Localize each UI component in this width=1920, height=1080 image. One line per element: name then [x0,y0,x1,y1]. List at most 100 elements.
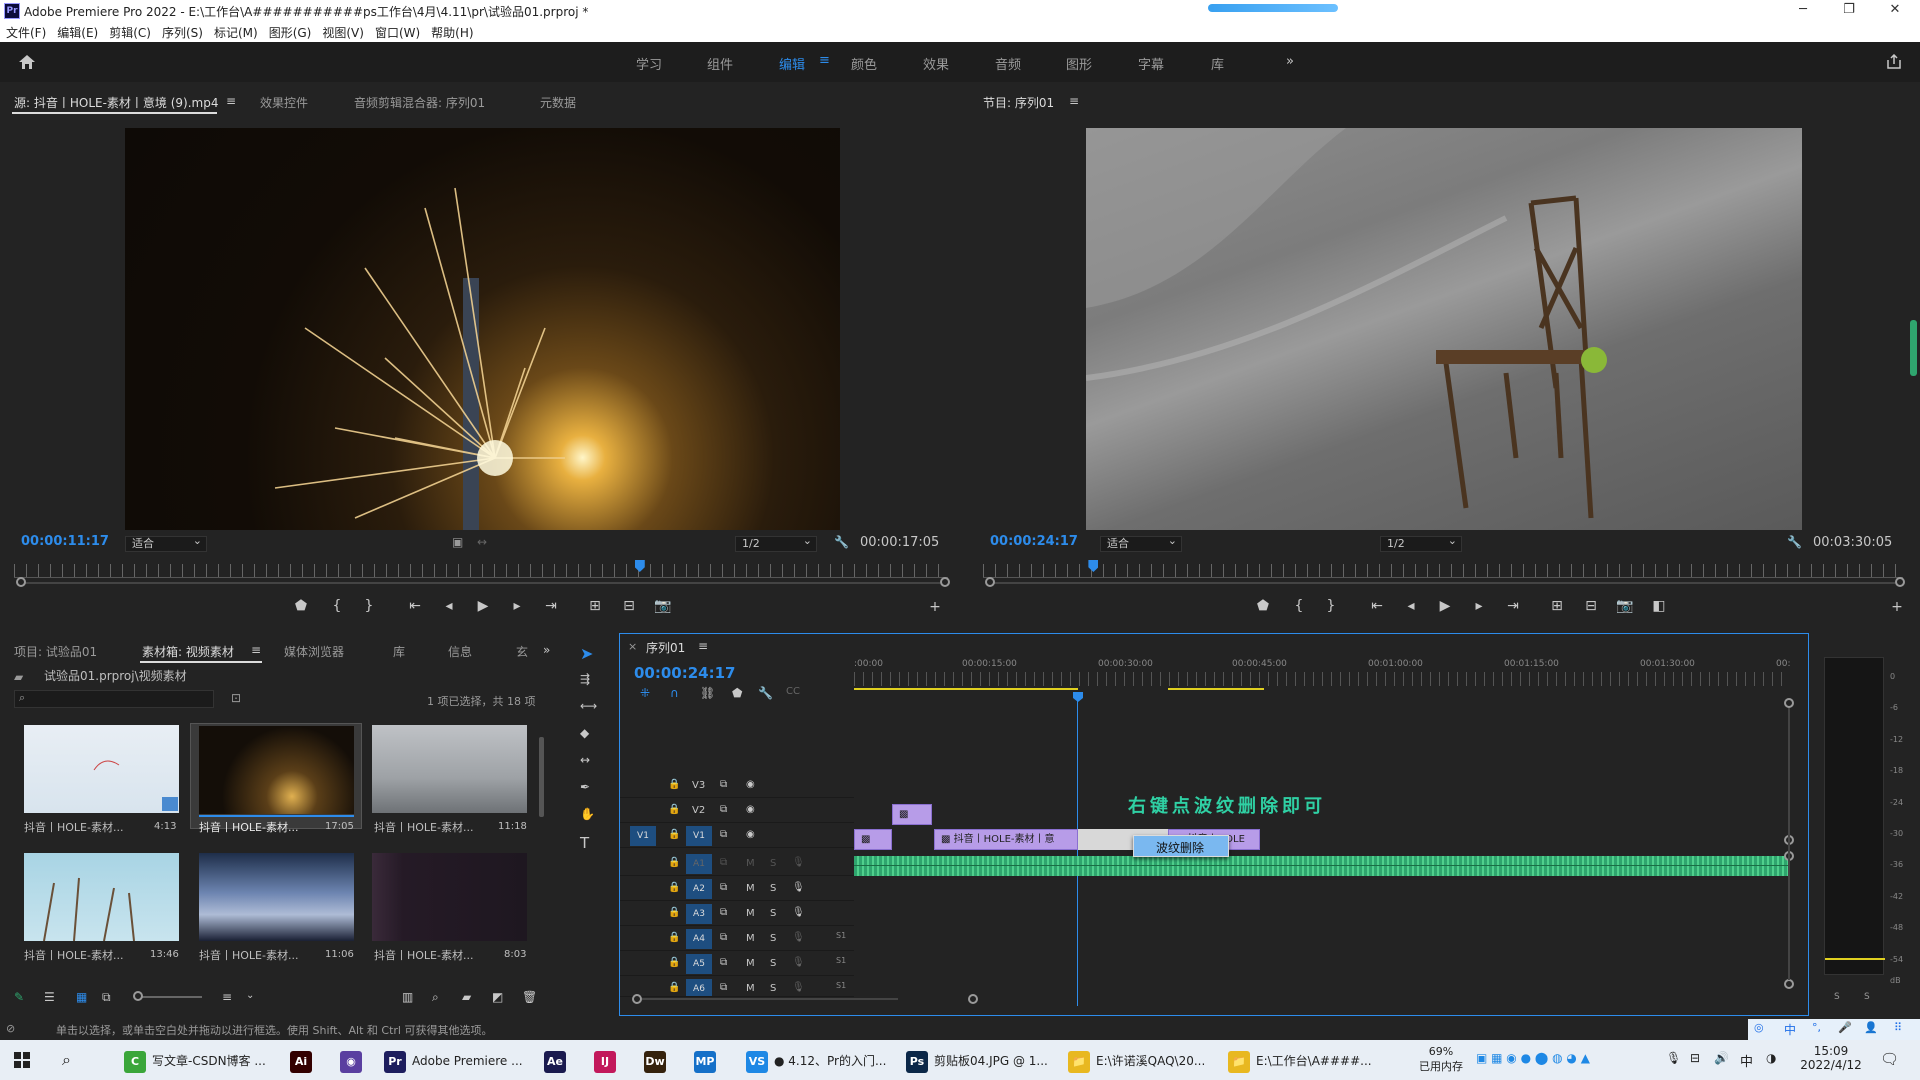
solo-button[interactable]: S [770,883,776,894]
lock-icon[interactable]: 🔒 [668,804,680,815]
search-input[interactable]: ⌕ [14,690,214,708]
source-patch-v1[interactable]: V1 [630,826,656,846]
source-timecode[interactable]: 00:00:11:17 [21,534,109,549]
mute-button[interactable]: M [746,858,755,869]
taskbar-app-button[interactable]: 📁 E:\许诺溪QAQ\20... [1068,1048,1205,1074]
mute-button[interactable]: M [746,933,755,944]
new-item-icon[interactable]: ◩ [492,990,503,1004]
windows-start-icon[interactable] [14,1052,30,1068]
source-fit-dropdown[interactable]: 适合 [125,534,207,552]
new-bin-icon[interactable]: ▰ [462,990,471,1004]
sync-lock-icon[interactable]: ⧉ [720,982,727,993]
taskbar-app-button[interactable]: Ps 剪贴板04.JPG @ 1... [906,1048,1048,1074]
taskbar-app-button[interactable]: Pr Adobe Premiere ... [384,1048,523,1074]
program-play-icon[interactable]: ▶ [1434,598,1456,614]
source-zoom-bar[interactable] [22,582,940,584]
insert-icon[interactable]: ↔ [477,535,487,549]
tab-more[interactable]: 玄 [516,643,528,660]
timeline-timecode[interactable]: 00:00:24:17 [634,664,736,682]
eye-icon[interactable]: ◉ [746,829,755,840]
zoom-handle-right[interactable] [940,577,950,587]
solo-button[interactable]: S [770,933,776,944]
menu-sequence[interactable]: 序列(S) [156,22,208,41]
export-frame-icon[interactable]: 📷 [652,598,674,614]
tab-audio-clip-mixer[interactable]: 音频剪辑混合器: 序列01 [354,94,485,111]
menu-help[interactable]: 帮助(H) [425,22,478,41]
tab-source[interactable]: 源: 抖音丨HOLE-素材丨意境 (9).mp4 [14,94,219,111]
timeline-hscroll-right[interactable] [968,994,978,1004]
program-zoom-handle-right[interactable] [1895,577,1905,587]
step-forward-icon[interactable]: ▸ [506,598,528,614]
tray-ime-mode[interactable]: 中 [1740,1051,1753,1070]
comparison-view-icon[interactable]: ◧ [1648,598,1670,614]
mute-button[interactable]: M [746,983,755,994]
tray-network-icon[interactable]: ⊟ [1690,1051,1700,1065]
ripple-edit-tool-icon[interactable]: ⟷ [580,699,597,713]
safe-margins-icon[interactable]: ▣ [452,535,463,549]
type-tool-icon[interactable]: T [580,834,589,852]
solo-button[interactable]: S [770,983,776,994]
program-timecode[interactable]: 00:00:24:17 [990,534,1078,549]
timeline-vscroll-top[interactable] [1784,698,1794,708]
workspace-effects[interactable]: 效果 [923,54,949,73]
bin-item[interactable]: 抖音丨HOLE-素材... 8:03 [372,853,527,962]
lock-icon[interactable]: 🔒 [668,882,680,893]
taskbar-app-button[interactable]: C 写文章-CSDN博客 ... [124,1048,266,1074]
track-target-a6[interactable]: A6 [686,979,712,996]
razor-tool-icon[interactable]: ◆ [580,726,589,740]
timeline-playhead-handle[interactable] [1073,692,1083,702]
timeline-vscroll-bottom[interactable] [1784,979,1794,989]
context-menu-ripple-delete[interactable]: 波纹删除 [1156,839,1204,856]
clock[interactable]: 15:09 2022/4/12 [1794,1044,1868,1072]
home-icon[interactable] [18,54,36,70]
mic-icon[interactable]: 🎙 [792,857,805,868]
solo-button[interactable]: S [770,858,776,869]
close-tab-icon[interactable]: × [628,640,637,653]
bin-panel-menu-icon[interactable]: ≡ [251,643,261,657]
sort-icon[interactable]: ≡ [222,990,232,1004]
tab-sequence[interactable]: 序列01 [646,639,685,656]
panel-menu-icon[interactable]: ≡ [226,94,236,108]
memory-widget[interactable]: 69% 已用内存 [1414,1045,1468,1074]
icon-view-icon[interactable]: ▦ [76,990,87,1004]
tab-program[interactable]: 节目: 序列01 [983,94,1054,111]
find-icon[interactable]: ⌕ [432,990,439,1005]
taskbar-app-button[interactable]: 📁 E:\工作台\A####... [1228,1048,1372,1074]
menu-edit[interactable]: 编辑(E) [51,22,103,41]
selection-tool-icon[interactable]: ➤ [580,644,593,663]
hand-tool-icon[interactable]: ✋ [580,807,595,821]
bin-scrollbar[interactable] [539,737,544,817]
mic-icon[interactable]: 🎙 [792,957,805,968]
workspace-learning[interactable]: 学习 [636,54,662,73]
bin-item[interactable]: 抖音丨HOLE-素材... 11:18 [372,725,527,834]
share-icon[interactable] [1886,54,1902,70]
meter-solo-left[interactable]: S [1834,992,1840,1002]
program-vertical-scroll[interactable] [1910,320,1917,376]
track-target-a5[interactable]: A5 [686,954,712,974]
program-panel-menu-icon[interactable]: ≡ [1069,94,1079,108]
trash-icon[interactable]: 🗑 [522,990,537,1004]
video-clip-v2[interactable]: ▩ [892,804,932,825]
tray-app-icon[interactable]: ◑ [1766,1051,1776,1065]
add-marker-icon[interactable]: ⬟ [290,598,312,614]
mute-button[interactable]: M [746,958,755,969]
bin-item[interactable]: 抖音丨HOLE-素材... 11:06 [199,853,354,962]
tab-project[interactable]: 项目: 试验品01 [14,643,97,660]
program-resolution-dropdown[interactable]: 1/2 [1380,534,1462,552]
automate-to-sequence-icon[interactable]: ▥ [402,990,413,1004]
extract-icon[interactable]: ⊟ [1580,598,1602,614]
menu-graphics[interactable]: 图形(G) [263,22,317,41]
mute-button[interactable]: M [746,908,755,919]
snap-icon[interactable]: ∩ [670,686,679,700]
program-mark-in-icon[interactable]: { [1288,598,1310,614]
meter-solo-right[interactable]: S [1864,992,1870,1002]
track-target-a3[interactable]: A3 [686,904,712,924]
taskbar-app-button[interactable]: ◉ [340,1048,368,1074]
menu-window[interactable]: 窗口(W) [369,22,425,41]
program-wrench-icon[interactable]: 🔧 [1787,535,1802,549]
video-clip-v1-a[interactable]: ▩ [854,829,892,850]
track-target-a4[interactable]: A4 [686,929,712,949]
program-time-ruler[interactable] [983,564,1903,578]
track-target-a1[interactable]: A1 [686,854,712,874]
sync-lock-icon[interactable]: ⧉ [720,882,727,893]
